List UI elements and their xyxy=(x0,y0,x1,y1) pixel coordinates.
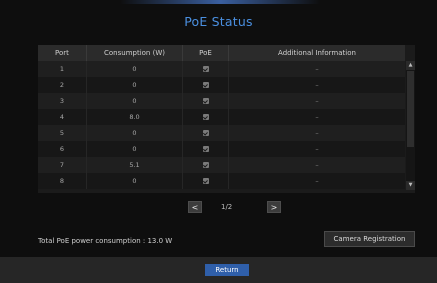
camera-registration-button[interactable]: Camera Registration xyxy=(324,231,415,247)
info-cell: – xyxy=(315,97,319,105)
poe-checkbox[interactable] xyxy=(202,82,209,88)
consumption-cell: 0 xyxy=(87,93,183,109)
poe-cell xyxy=(183,141,229,157)
consumption-cell: 5.1 xyxy=(87,157,183,173)
table-header: Port Consumption (W) PoE Additional Info… xyxy=(38,45,405,61)
dialog-title: PoE Status xyxy=(184,14,253,29)
port-cell: 1 xyxy=(38,61,87,77)
prev-page-button[interactable]: < xyxy=(188,201,202,213)
consumption-cell: 0 xyxy=(87,125,183,141)
table-row: 4 8.0 – xyxy=(38,109,405,125)
consumption-cell: 0 xyxy=(87,173,183,189)
info-cell: – xyxy=(315,177,319,185)
table-row: 3 0 – xyxy=(38,93,405,109)
info-cell: – xyxy=(315,161,319,169)
poe-cell xyxy=(183,93,229,109)
table-row: 5 0 – xyxy=(38,125,405,141)
port-cell: 7 xyxy=(38,157,87,173)
consumption-cell: 8.0 xyxy=(87,109,183,125)
next-page-button[interactable]: > xyxy=(267,201,281,213)
consumption-cell: 0 xyxy=(87,77,183,93)
scroll-up-icon[interactable]: ▲ xyxy=(406,61,415,70)
poe-checkbox[interactable] xyxy=(202,114,209,120)
poe-checkbox[interactable] xyxy=(202,146,209,152)
port-cell: 2 xyxy=(38,77,87,93)
poe-checkbox[interactable] xyxy=(202,98,209,104)
table-row: 8 0 – xyxy=(38,173,405,189)
table-row: 7 5.1 – xyxy=(38,157,405,173)
port-cell: 4 xyxy=(38,109,87,125)
port-cell: 3 xyxy=(38,93,87,109)
header-poe: PoE xyxy=(183,45,229,61)
poe-cell xyxy=(183,173,229,189)
poe-cell xyxy=(183,125,229,141)
port-cell: 8 xyxy=(38,173,87,189)
info-cell: – xyxy=(315,113,319,121)
consumption-cell: 0 xyxy=(87,61,183,77)
table-scrollbar[interactable]: ▲ ▼ xyxy=(406,61,415,190)
scrollbar-thumb[interactable] xyxy=(407,71,414,147)
info-cell: – xyxy=(315,81,319,89)
port-cell: 6 xyxy=(38,141,87,157)
table-row: 1 0 – xyxy=(38,61,405,77)
poe-status-table: Port Consumption (W) PoE Additional Info… xyxy=(38,45,415,193)
header-port: Port xyxy=(38,45,87,61)
total-poe-consumption: Total PoE power consumption : 13.0 W xyxy=(38,237,173,245)
header-additional-info: Additional Information xyxy=(278,49,356,57)
table-body: 1 0 – 2 0 – 3 0 – 4 8.0 – 5 0 – 6 0 – 7 … xyxy=(38,61,405,189)
info-cell: – xyxy=(315,129,319,137)
port-cell: 5 xyxy=(38,125,87,141)
table-row: 2 0 – xyxy=(38,77,405,93)
poe-cell xyxy=(183,61,229,77)
consumption-cell: 0 xyxy=(87,141,183,157)
info-cell: – xyxy=(315,145,319,153)
poe-checkbox[interactable] xyxy=(202,130,209,136)
header-consumption: Consumption (W) xyxy=(87,45,183,61)
return-button[interactable]: Return xyxy=(205,264,249,276)
poe-checkbox[interactable] xyxy=(202,178,209,184)
poe-checkbox[interactable] xyxy=(202,162,209,168)
pagination: < 1/2 > xyxy=(0,201,437,213)
poe-cell xyxy=(183,77,229,93)
page-indicator: 1/2 xyxy=(221,203,233,211)
scroll-down-icon[interactable]: ▼ xyxy=(406,181,415,190)
poe-cell xyxy=(183,157,229,173)
table-row: 6 0 – xyxy=(38,141,405,157)
info-cell: – xyxy=(315,65,319,73)
poe-checkbox[interactable] xyxy=(202,66,209,72)
poe-cell xyxy=(183,109,229,125)
top-accent-bar xyxy=(120,0,320,4)
